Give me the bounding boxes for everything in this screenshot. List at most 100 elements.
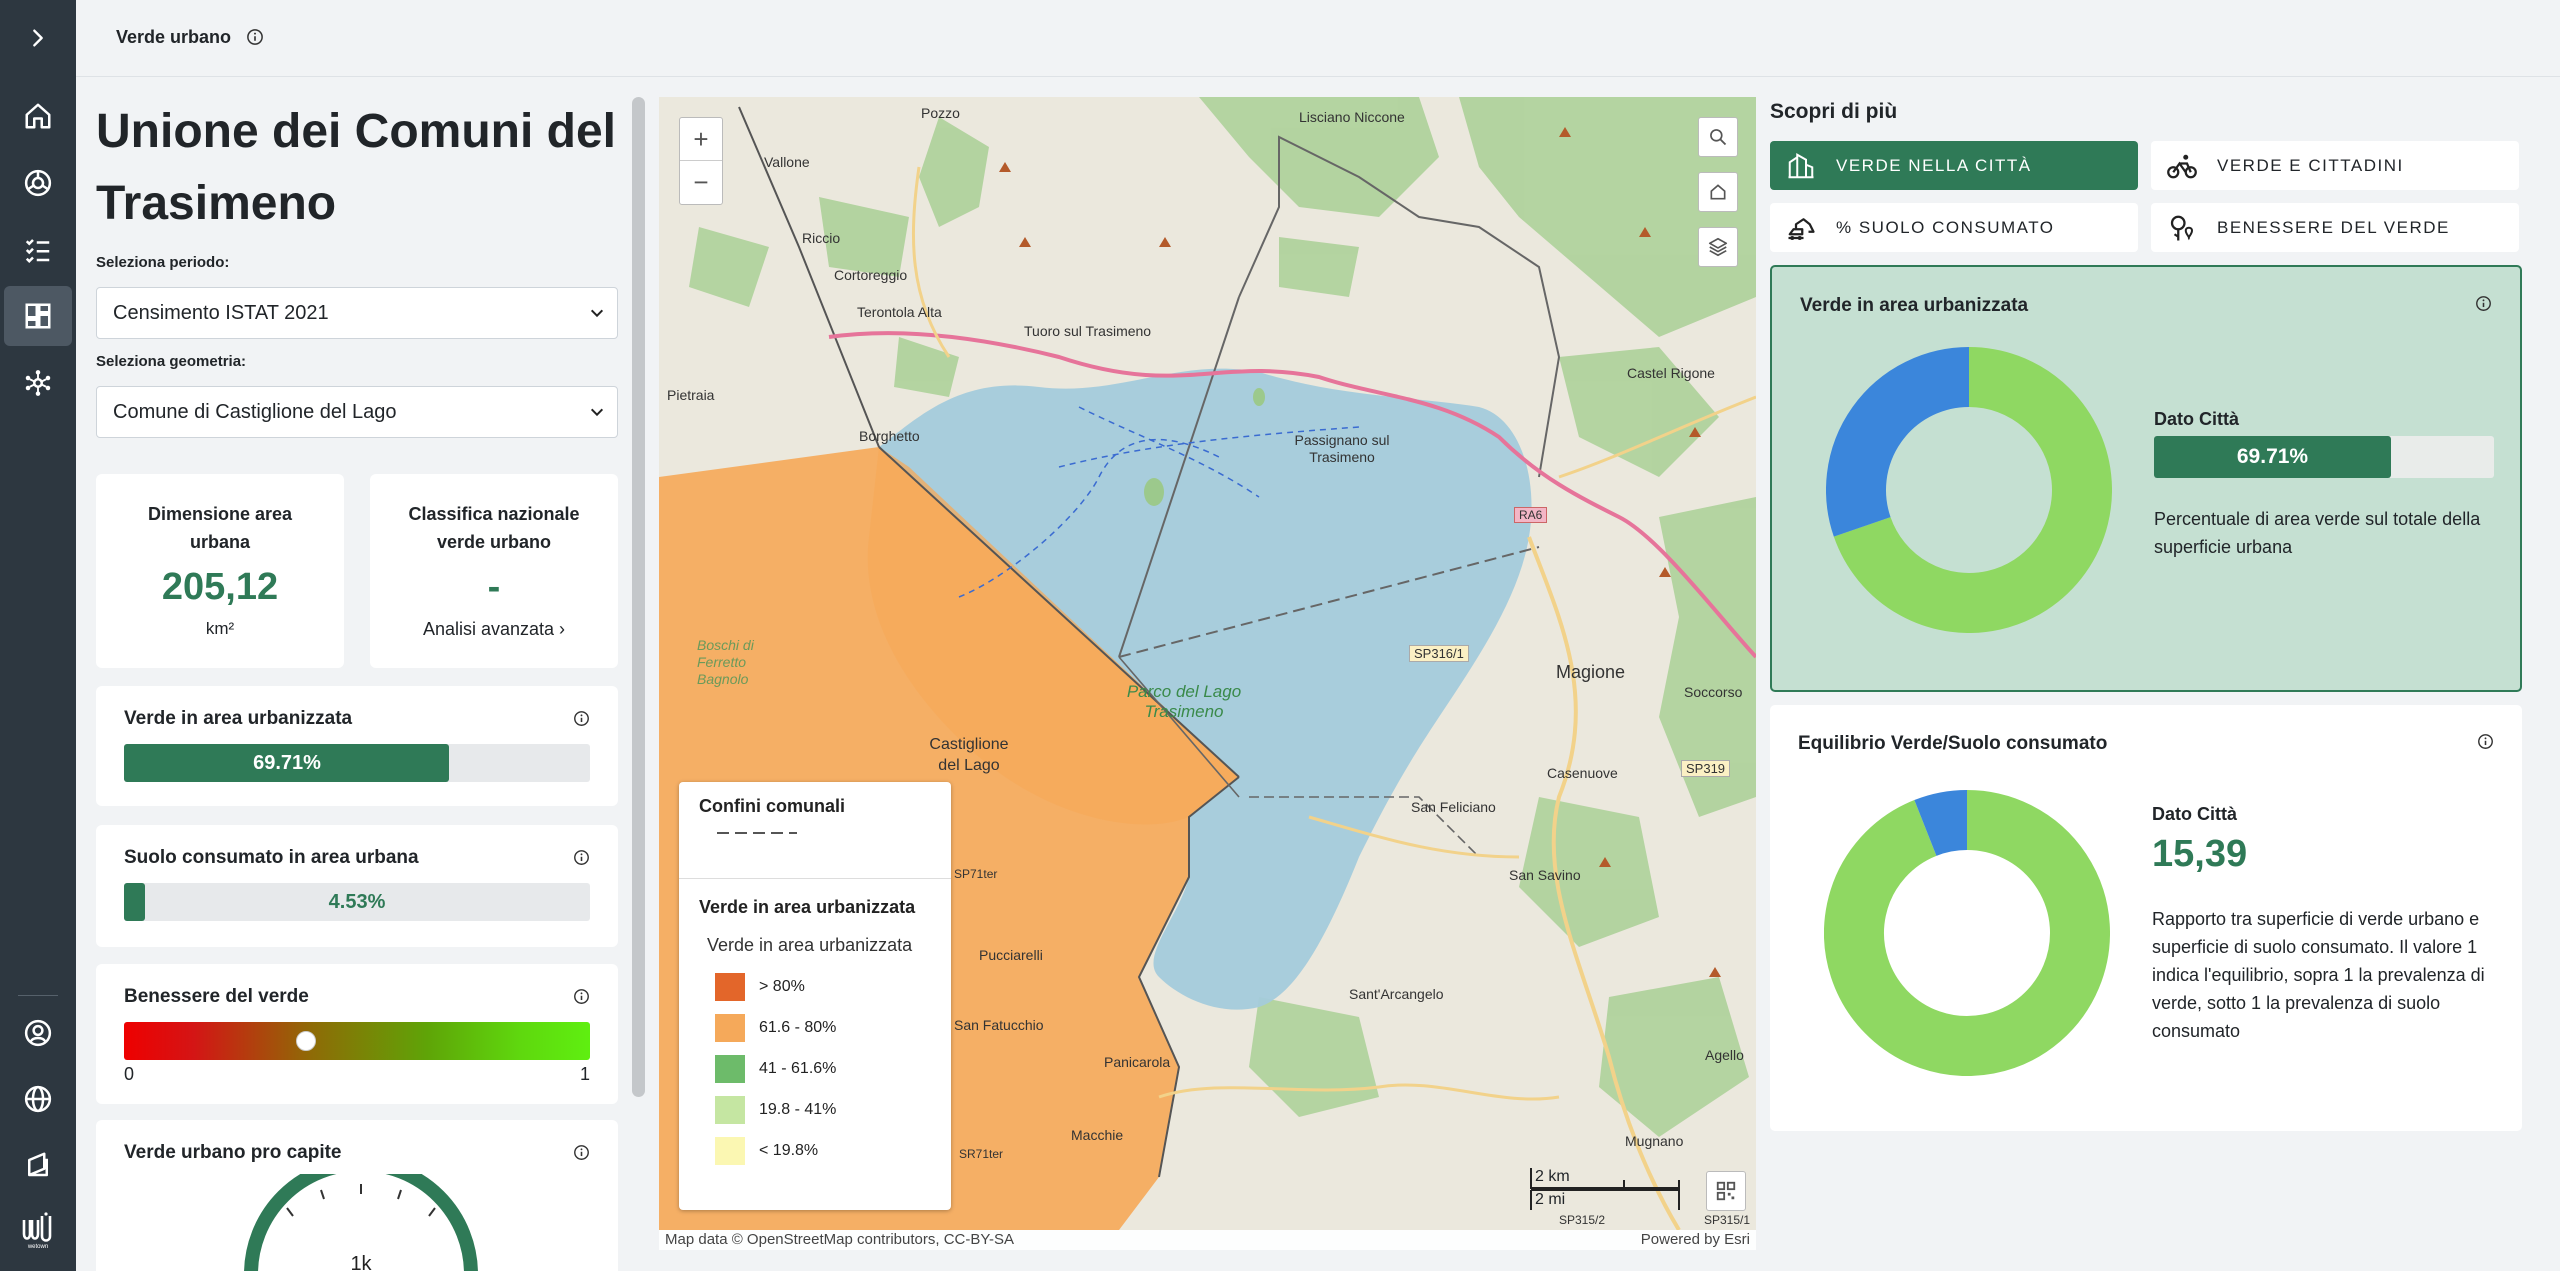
info-icon[interactable]: [573, 1144, 590, 1161]
map-home-button[interactable]: [1698, 172, 1738, 212]
map-label: Pietraia: [667, 387, 715, 403]
tab-benessere-verde[interactable]: BENESSERE DEL VERDE: [2151, 203, 2519, 252]
tab-suolo-consumato[interactable]: % SUOLO CONSUMATO: [1770, 203, 2138, 252]
dato-description: Rapporto tra superficie di verde urbano …: [2152, 909, 2485, 1041]
attribution-text: Map data © OpenStreetMap contributors, C…: [665, 1231, 1014, 1248]
map-label: San Fatucchio: [954, 1017, 1044, 1033]
indicator-verde-bar: 69.71%: [124, 744, 590, 782]
map-view[interactable]: Pozzo Lisciano Niccone Vallone Riccio Co…: [659, 97, 1756, 1230]
search-icon: [1710, 129, 1727, 146]
tab-label: VERDE E CITTADINI: [2217, 155, 2404, 175]
sidebar-toggle-button[interactable]: [0, 0, 76, 76]
dato-description: Percentuale di area verde sul totale del…: [2154, 509, 2481, 557]
legend-swatch: [715, 1137, 745, 1165]
page-title: Verde urbano: [116, 27, 232, 47]
powered-by-text[interactable]: Powered by Esri: [1641, 1231, 1750, 1248]
info-icon[interactable]: [573, 710, 590, 727]
map-label: Castel Rigone: [1627, 365, 1715, 381]
map-label: Sant'Arcangelo: [1349, 986, 1444, 1002]
scale-km: 2 km: [1535, 1168, 1570, 1185]
zoom-in-button[interactable]: +: [680, 118, 722, 161]
geometry-select[interactable]: Comune di Castiglione del Lago: [96, 386, 618, 438]
left-panel-scrollbar[interactable]: [632, 97, 645, 1097]
sidebar-item-tasks[interactable]: [4, 220, 72, 280]
indicator-procapite-card[interactable]: Verde urbano pro capite 1k: [96, 1120, 618, 1271]
indicator-benessere-card[interactable]: Benessere del verde 0 1: [96, 964, 618, 1104]
compass-icon: [24, 169, 52, 197]
map-label: Panicarola: [1104, 1054, 1171, 1070]
legend-swatch: [715, 1055, 745, 1083]
map-search-button[interactable]: [1698, 117, 1738, 157]
period-select[interactable]: Censimento ISTAT 2021: [96, 287, 618, 339]
map-label: Parco del Lago Trasimeno: [1126, 682, 1242, 721]
sidebar-item-explore[interactable]: [4, 153, 72, 213]
zoom-out-button[interactable]: −: [680, 161, 722, 204]
legend-swatch: [715, 973, 745, 1001]
stat-rank-card: Classifica nazionale verde urbano - Anal…: [370, 474, 618, 668]
wellness-tree-icon: [2170, 215, 2194, 240]
map-label: Borghetto: [859, 428, 920, 444]
indicator-suolo-bar: 4.53%: [124, 883, 590, 921]
book-icon: [28, 1152, 48, 1177]
tab-verde-citta[interactable]: VERDE NELLA CITTÀ: [1770, 141, 2138, 190]
map-label: Castiglione del Lago: [929, 736, 1009, 774]
card-verde-title: Verde in area urbanizzata: [1800, 295, 2029, 316]
info-icon[interactable]: [2475, 295, 2492, 312]
building-icon: [1788, 152, 1814, 178]
info-icon[interactable]: [573, 849, 590, 866]
info-icon[interactable]: [573, 988, 590, 1005]
stat-rank-value: -: [487, 566, 501, 608]
indicator-benessere-title: Benessere del verde: [124, 986, 309, 1007]
legend-verde-title: Verde in area urbanizzata: [699, 897, 916, 917]
period-select-value: Censimento ISTAT 2021: [113, 301, 329, 324]
chevron-down-icon: [590, 408, 604, 417]
scale-mi: 2 mi: [1535, 1191, 1566, 1208]
map-layers-button[interactable]: [1698, 227, 1738, 267]
sidebar-item-hub[interactable]: [4, 353, 72, 413]
map-label: Magione: [1556, 662, 1626, 682]
dato-bar: 69.71%: [2154, 436, 2494, 478]
info-icon[interactable]: [2477, 733, 2494, 750]
hub-icon: [25, 370, 51, 396]
map-scale: 2 km 2 mi: [1529, 1166, 1689, 1217]
indicator-suolo-card[interactable]: Suolo consumato in area urbana 4.53%: [96, 825, 618, 947]
checklist-icon: [25, 239, 50, 264]
sidebar-item-home[interactable]: [4, 86, 72, 146]
sidebar-item-language[interactable]: [4, 1069, 72, 1129]
legend-swatch: [715, 1096, 745, 1124]
card-equilibrio: Equilibrio Verde/Suolo consumato Dato Ci…: [1770, 705, 2522, 1131]
sidebar-item-dashboard[interactable]: [4, 286, 72, 346]
sidebar-item-catalog[interactable]: [4, 1135, 72, 1195]
donut-slice-blue: [1826, 347, 1970, 537]
map-label: Agello: [1705, 1047, 1744, 1063]
map-label: Boschi di Ferretto Bagnolo: [697, 637, 754, 687]
indicator-suolo-title: Suolo consumato in area urbana: [124, 847, 419, 868]
info-icon[interactable]: [246, 28, 264, 51]
map-label: Casenuove: [1547, 765, 1618, 781]
card-equilibrio-title: Equilibrio Verde/Suolo consumato: [1798, 733, 2108, 754]
map-label: SP316/1: [1409, 645, 1469, 662]
map-label: Pozzo: [921, 105, 960, 121]
sidebar-item-account[interactable]: [4, 1003, 72, 1063]
tab-verde-cittadini[interactable]: VERDE E CITTADINI: [2151, 141, 2519, 190]
gauge-label: 1k: [350, 1253, 372, 1271]
indicator-verde-title: Verde in area urbanizzata: [124, 708, 353, 729]
donut-slice-green: [1824, 790, 2110, 1076]
region-heading: Unione dei Comuni del Trasimeno: [96, 105, 617, 230]
dato-value: 15,39: [2152, 833, 2248, 875]
dato-value: 69.71%: [2236, 445, 2309, 468]
globe-icon: [24, 1085, 52, 1113]
advanced-analysis-link[interactable]: Analisi avanzata ›: [370, 619, 618, 640]
legend-item: < 19.8%: [715, 1137, 818, 1165]
map-basemap-button[interactable]: [1706, 1171, 1746, 1211]
map-label: Riccio: [802, 230, 841, 246]
indicator-verde-card[interactable]: Verde in area urbanizzata 69.71%: [96, 686, 618, 806]
stat-area-card: Dimensione area urbana 205,12 km²: [96, 474, 344, 668]
left-panel: Unione dei Comuni del Trasimeno Selezion…: [96, 96, 621, 1271]
home-icon: [25, 103, 51, 129]
map-label: San Feliciano: [1411, 799, 1496, 815]
dato-citta-label: Dato Città: [2154, 409, 2239, 429]
stat-area-unit: km²: [205, 619, 235, 638]
legend-dash-line: [717, 832, 797, 834]
map-attribution: Map data © OpenStreetMap contributors, C…: [659, 1230, 1756, 1250]
